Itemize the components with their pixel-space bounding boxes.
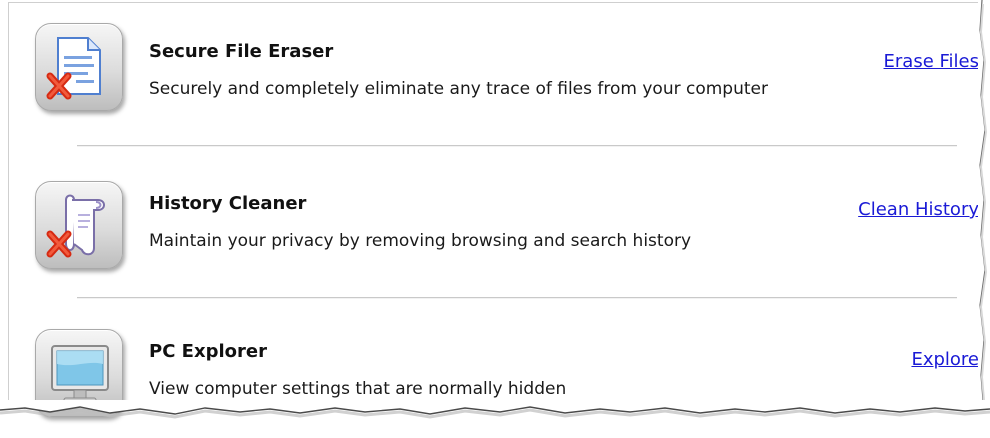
divider xyxy=(77,145,957,147)
erase-files-link[interactable]: Erase Files xyxy=(884,51,979,72)
tool-description: View computer settings that are normally… xyxy=(149,379,567,399)
clean-history-link[interactable]: Clean History xyxy=(858,199,979,220)
file-eraser-icon[interactable] xyxy=(35,23,123,111)
tool-title: Secure File Eraser xyxy=(149,41,334,62)
tool-title: PC Explorer xyxy=(149,341,267,362)
torn-edge-right xyxy=(978,0,988,410)
divider xyxy=(77,297,957,299)
tool-item-history-cleaner: History Cleaner Maintain your privacy by… xyxy=(9,155,979,275)
torn-edge-bottom xyxy=(0,400,990,419)
tool-description: Maintain your privacy by removing browsi… xyxy=(149,231,692,251)
history-scroll-icon[interactable] xyxy=(35,181,123,269)
tool-item-secure-file-eraser: Secure File Eraser Securely and complete… xyxy=(9,3,979,123)
screenshot-frame: Secure File Eraser Securely and complete… xyxy=(0,0,990,438)
tool-title: History Cleaner xyxy=(149,193,307,214)
tool-description: Securely and completely eliminate any tr… xyxy=(149,79,768,99)
tools-panel: Secure File Eraser Securely and complete… xyxy=(8,2,979,417)
explore-link[interactable]: Explore xyxy=(911,349,979,370)
